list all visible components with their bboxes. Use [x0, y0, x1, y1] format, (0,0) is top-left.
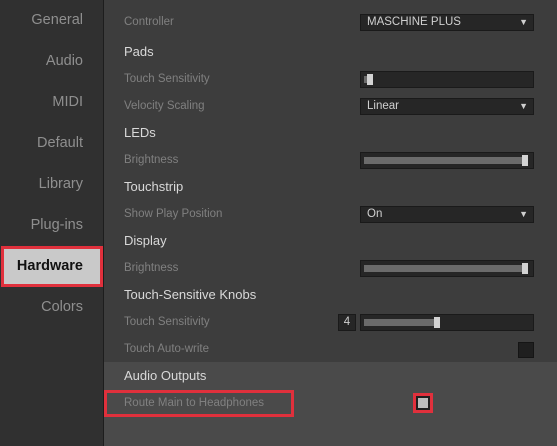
route-main-label: Route Main to Headphones [124, 397, 265, 409]
leds-section-title: LEDs [124, 125, 156, 140]
sidebar-item-hardware[interactable]: Hardware [1, 246, 103, 287]
sidebar-item-audio[interactable]: Audio [0, 41, 103, 82]
knobs-touch-sensitivity-slider[interactable] [360, 314, 534, 331]
knobs-section-title: Touch-Sensitive Knobs [124, 287, 257, 302]
controller-select-value: MASCHINE PLUS [367, 16, 461, 28]
show-play-position-row: Show Play Position On ▼ [104, 201, 557, 228]
display-brightness-row: Brightness [104, 255, 557, 282]
touch-auto-write-checkbox[interactable] [518, 342, 534, 358]
velocity-scaling-value: Linear [367, 100, 399, 112]
show-play-position-value: On [367, 208, 383, 220]
sidebar-item-midi[interactable]: MIDI [0, 82, 103, 123]
slider-handle[interactable] [434, 317, 440, 328]
leds-brightness-label: Brightness [124, 154, 179, 166]
touchstrip-section-title: Touchstrip [124, 179, 184, 194]
slider-handle[interactable] [522, 263, 528, 274]
display-brightness-slider[interactable] [360, 260, 534, 277]
hardware-settings-panel: Controller MASCHINE PLUS ▼ Pads Touch Se… [104, 0, 557, 446]
velocity-scaling-row: Velocity Scaling Linear ▼ [104, 93, 557, 120]
slider-handle[interactable] [522, 155, 528, 166]
chevron-down-icon: ▼ [519, 101, 528, 111]
leds-brightness-slider[interactable] [360, 152, 534, 169]
pads-touch-sensitivity-label: Touch Sensitivity [124, 73, 210, 85]
preferences-sidebar: General Audio MIDI Default Library Plug-… [0, 0, 104, 446]
chevron-down-icon: ▼ [519, 209, 528, 219]
touch-auto-write-label: Touch Auto-write [124, 343, 210, 355]
pads-touch-sensitivity-slider[interactable] [360, 71, 534, 88]
sidebar-item-general[interactable]: General [0, 0, 103, 41]
knobs-touch-sensitivity-value[interactable]: 4 [338, 314, 356, 331]
leds-brightness-row: Brightness [104, 147, 557, 174]
knobs-touch-sensitivity-row: Touch Sensitivity 4 [104, 309, 557, 336]
knobs-touch-sensitivity-label: Touch Sensitivity [124, 316, 210, 328]
sidebar-item-colors[interactable]: Colors [0, 287, 103, 328]
pads-touch-sensitivity-row: Touch Sensitivity [104, 66, 557, 93]
controller-select[interactable]: MASCHINE PLUS ▼ [360, 14, 534, 31]
sidebar-item-plugins[interactable]: Plug-ins [0, 205, 103, 246]
controller-label: Controller [124, 16, 174, 28]
audio-outputs-panel: Audio Outputs Route Main to Headphones [104, 362, 557, 446]
slider-fill [364, 319, 434, 326]
slider-fill [364, 265, 522, 272]
touch-auto-write-row: Touch Auto-write [104, 336, 557, 363]
velocity-scaling-label: Velocity Scaling [124, 100, 205, 112]
display-brightness-label: Brightness [124, 262, 179, 274]
controller-row: Controller MASCHINE PLUS ▼ [104, 9, 557, 36]
sidebar-item-library[interactable]: Library [0, 164, 103, 205]
show-play-position-label: Show Play Position [124, 208, 223, 220]
display-section-title: Display [124, 233, 167, 248]
audio-outputs-section-title: Audio Outputs [124, 368, 207, 383]
show-play-position-select[interactable]: On ▼ [360, 206, 534, 223]
sidebar-item-default[interactable]: Default [0, 123, 103, 164]
checkbox-check-icon [418, 398, 428, 408]
slider-handle[interactable] [367, 74, 373, 85]
chevron-down-icon: ▼ [519, 17, 528, 27]
pads-section-title: Pads [124, 44, 154, 59]
slider-fill [364, 157, 522, 164]
velocity-scaling-select[interactable]: Linear ▼ [360, 98, 534, 115]
